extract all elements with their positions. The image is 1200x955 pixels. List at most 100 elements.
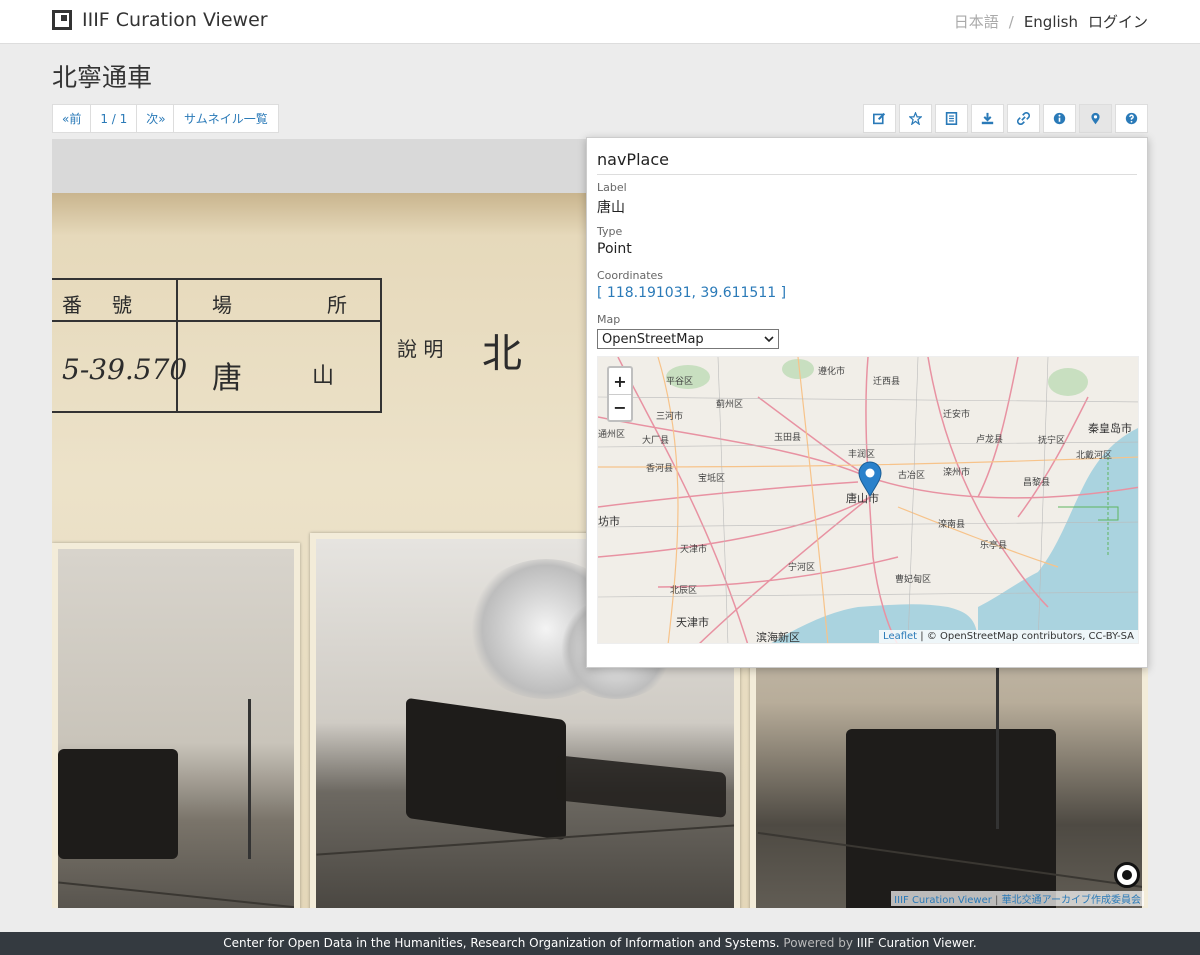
- navplace-panel: navPlace Label 唐山 Type Point Coordinates…: [586, 137, 1148, 668]
- label-value: 唐山: [597, 200, 625, 216]
- map-city: 北戴河区: [1076, 451, 1113, 461]
- attribution-viewer-link[interactable]: IIIF Curation Viewer: [894, 895, 992, 906]
- attribution-separator: |: [995, 895, 999, 906]
- panel-divider: [597, 174, 1137, 175]
- train-cars: [556, 755, 726, 818]
- map-city: 滦州市: [943, 468, 971, 478]
- map-city: 坊市: [598, 515, 620, 528]
- brand-link[interactable]: IIIF Curation Viewer: [52, 9, 268, 31]
- attribution-owner-link[interactable]: 華北交通アーカイブ作成委員会: [1002, 895, 1141, 906]
- link-icon: [1017, 112, 1030, 125]
- map-city: 迁安市: [943, 410, 971, 420]
- map-city: 宁河区: [788, 563, 816, 573]
- info-icon: [1053, 112, 1066, 125]
- page-position: 1 / 1: [90, 104, 138, 133]
- star-icon: [909, 112, 922, 125]
- map-city: 古冶区: [898, 471, 926, 481]
- next-page-button[interactable]: 次»: [136, 104, 176, 133]
- scan-header-4: 所: [327, 293, 347, 317]
- map-city: 抚宁区: [1038, 436, 1066, 446]
- navbar: IIIF Curation Viewer 日本語 / English ログイン: [0, 0, 1200, 44]
- map-city: 迁西县: [873, 377, 901, 387]
- login-link[interactable]: ログイン: [1088, 11, 1148, 32]
- language-english-link[interactable]: English: [1024, 13, 1078, 31]
- image-attribution: IIIF Curation Viewer | 華北交通アーカイブ作成委員会: [891, 891, 1144, 906]
- map-city: 昌黎县: [1023, 478, 1051, 488]
- form-divider: [176, 280, 178, 411]
- list-icon: [945, 112, 958, 125]
- label-key: Label: [597, 181, 627, 194]
- type-value: Point: [597, 241, 632, 257]
- map-city: 丰润区: [848, 450, 876, 460]
- locomotive-left: [58, 749, 178, 859]
- photo-left: [52, 543, 300, 908]
- scan-description-label: 說 明: [397, 337, 444, 361]
- download-icon: [981, 112, 994, 125]
- edit-button[interactable]: [863, 104, 896, 133]
- map-city: 宝坻区: [698, 474, 726, 484]
- map-city: 曹妃甸区: [895, 575, 932, 585]
- map-city: 遵化市: [818, 367, 846, 377]
- locomotive-center: [406, 697, 566, 841]
- list-button[interactable]: [935, 104, 968, 133]
- scan-place: 唐: [212, 361, 242, 396]
- coordinates-link[interactable]: [ 118.191031, 39.611511 ]: [597, 285, 786, 301]
- help-icon: [1125, 112, 1138, 125]
- zoom-in-button[interactable]: +: [609, 368, 631, 394]
- language-nav: 日本語 / English ログイン: [954, 11, 1148, 32]
- map-button[interactable]: [1079, 104, 1112, 133]
- favorite-button[interactable]: [899, 104, 932, 133]
- map-city: 秦皇岛市: [1088, 422, 1132, 435]
- download-button[interactable]: [971, 104, 1004, 133]
- help-button[interactable]: [1115, 104, 1148, 133]
- leaflet-map[interactable]: 平谷区 遵化市 迁西县 三河市 蓟州区 迁安市 秦皇岛市 通州区 大厂县 玉田县…: [597, 356, 1139, 644]
- scan-header-1: 番: [62, 293, 82, 317]
- map-city: 通州区: [598, 430, 626, 440]
- map-layer-select[interactable]: OpenStreetMap: [597, 329, 779, 349]
- zoom-out-button[interactable]: −: [609, 394, 631, 420]
- link-button[interactable]: [1007, 104, 1040, 133]
- map-city: 三河市: [656, 412, 684, 422]
- footer-org: Center for Open Data in the Humanities, …: [223, 936, 780, 950]
- scan-header-3: 場: [212, 293, 232, 317]
- type-key: Type: [597, 225, 623, 238]
- map-marker-icon: [1091, 112, 1100, 125]
- map-city: 卢龙县: [976, 435, 1004, 445]
- scan-number: 5-39.570: [62, 353, 188, 386]
- map-city: 天津市: [680, 545, 708, 555]
- viewer-toolbar: [860, 104, 1148, 133]
- scan-header-2: 號: [112, 293, 132, 317]
- map-city: 天津市: [676, 616, 709, 629]
- chevron-down-icon: [764, 335, 774, 342]
- map-city: 北辰区: [670, 586, 698, 596]
- brand-title: IIIF Curation Viewer: [82, 9, 268, 31]
- map-city: 平谷区: [666, 377, 694, 387]
- osm-attribution-text: | © OpenStreetMap contributors, CC-BY-SA: [917, 631, 1134, 642]
- map-city: 香河县: [646, 464, 674, 474]
- pole-left: [248, 699, 251, 859]
- panel-title: navPlace: [597, 150, 669, 169]
- brand-logo-icon: [52, 10, 72, 30]
- rotate-control-button[interactable]: [1114, 862, 1140, 888]
- rail-left: [58, 881, 294, 908]
- prev-page-button[interactable]: «前: [52, 104, 92, 133]
- language-japanese-link[interactable]: 日本語: [954, 11, 999, 32]
- footer: Center for Open Data in the Humanities, …: [0, 932, 1200, 955]
- page-title: 北寧通車: [52, 63, 153, 92]
- info-button[interactable]: [1043, 104, 1076, 133]
- map-city: 乐亭县: [980, 541, 1008, 551]
- map-city: 蓟州区: [716, 400, 744, 410]
- zoom-control: + −: [607, 366, 633, 422]
- scan-description-text: 北: [482, 331, 522, 377]
- thumbnail-list-button[interactable]: サムネイル一覧: [173, 104, 279, 133]
- footer-product-link[interactable]: IIIF Curation Viewer.: [857, 936, 977, 950]
- pager: «前 1 / 1 次»: [52, 104, 176, 133]
- leaflet-link[interactable]: Leaflet: [883, 631, 917, 642]
- map-key: Map: [597, 313, 621, 326]
- locomotive-right: [846, 729, 1056, 908]
- language-separator: /: [1008, 12, 1014, 31]
- map-marker-pin-icon[interactable]: [858, 461, 882, 497]
- map-attribution: Leaflet | © OpenStreetMap contributors, …: [879, 630, 1138, 643]
- map-city: 滦南县: [938, 520, 966, 530]
- map-city: 大厂县: [642, 436, 670, 446]
